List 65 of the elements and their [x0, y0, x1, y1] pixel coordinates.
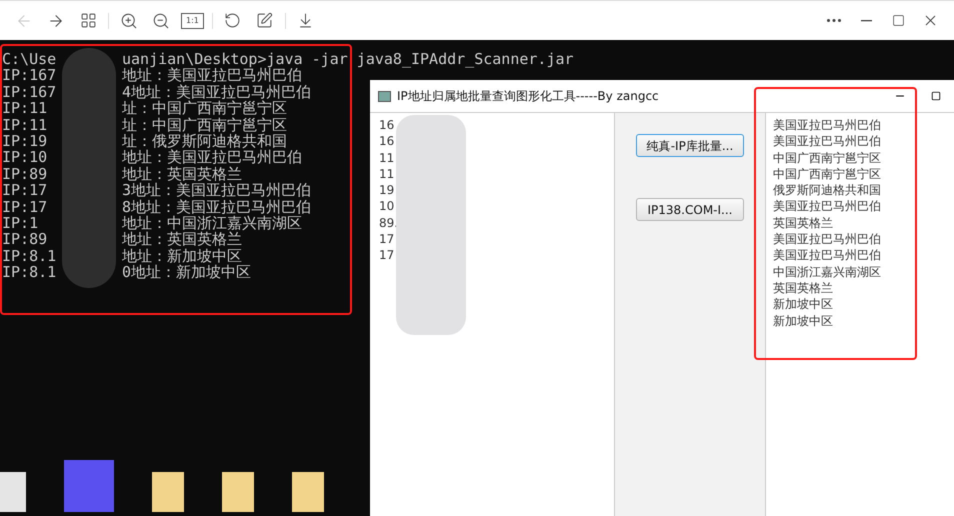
console-text: IP:89	[2, 166, 48, 182]
console-text: IP:17	[2, 182, 48, 199]
result-entry: 新加坡中区	[773, 296, 833, 313]
console-text: 0地址：新加坡中区	[122, 264, 252, 281]
console-text: 4地址：美国亚拉巴马州巴伯	[122, 84, 312, 100]
console-text: 地址：新加坡中区	[122, 248, 242, 264]
result-entry: 美国亚拉巴马州巴伯	[773, 133, 881, 150]
console-text: IP:19	[2, 133, 48, 150]
result-entry: 美国亚拉巴马州巴伯	[773, 231, 881, 248]
ip-entry: 10	[379, 198, 394, 215]
console-text: 址：中国广西南宁邕宁区	[122, 100, 287, 117]
maximize-icon	[892, 14, 904, 27]
result-entry: 美国亚拉巴马州巴伯	[773, 247, 881, 264]
actual-size-button[interactable]: 1:1	[181, 12, 204, 28]
console-text: C:\Use	[2, 51, 58, 68]
ip-entry: 89.	[379, 214, 398, 232]
result-entry: 英国英格兰	[773, 214, 833, 232]
edit-icon	[256, 12, 274, 29]
console-text: 地址：中国浙江嘉兴南湖区	[122, 215, 302, 232]
window-title: IP地址归属地批量查询图形化工具-----By zangcc	[397, 88, 659, 105]
ip-entry: 19	[379, 182, 394, 198]
result-entry: 中国广西南宁邕宁区	[773, 166, 881, 182]
more-icon	[827, 19, 841, 22]
grid-icon	[80, 12, 96, 29]
ip-entry: 16	[379, 133, 394, 150]
query-button[interactable]: IP138.COM-I...	[636, 198, 744, 221]
result-entry: 俄罗斯阿迪格共和国	[773, 182, 881, 198]
console-text: IP:17	[2, 198, 48, 216]
console-text: 址：俄罗斯阿迪格共和国	[122, 133, 287, 150]
console-text: 地址：英国英格兰	[122, 231, 242, 248]
query-button[interactable]: 纯真-IP库批量...	[636, 134, 744, 157]
rotate-icon	[224, 12, 242, 29]
console-text: IP:8.1	[2, 248, 58, 264]
console-text: IP:167	[2, 67, 58, 84]
result-entry: 英国英格兰	[773, 280, 833, 296]
result-entry: 新加坡中区	[773, 312, 833, 329]
console-text: IP:10	[2, 149, 48, 166]
console-text: 地址：英国英格兰	[122, 166, 242, 182]
console-text: 8地址：美国亚拉巴马州巴伯	[122, 198, 312, 216]
zoom-out-icon	[152, 12, 170, 30]
console-text: IP:89	[2, 231, 48, 248]
result-entry: 中国浙江嘉兴南湖区	[773, 264, 881, 280]
ip-input-area[interactable]: 16 16 11 11 19 10 89. 17 17	[370, 112, 615, 516]
ip-entry: 17	[379, 231, 394, 248]
result-entry: 中国广西南宁邕宁区	[773, 150, 881, 166]
result-entry: 美国亚拉巴马州巴伯	[773, 198, 881, 215]
console-text: uanjian\Desktop>java -jar java8_IPAddr_Scanner.jar	[122, 51, 574, 68]
ip-entry: 11	[379, 166, 394, 182]
console-text: 地址：美国亚拉巴马州巴伯	[122, 149, 302, 166]
console-text: 3地址：美国亚拉巴马州巴伯	[122, 182, 312, 199]
console-text: IP:8.1	[2, 264, 58, 281]
console-text: IP:11	[2, 116, 48, 134]
zoom-in-icon	[120, 12, 138, 30]
minimize-icon	[860, 20, 872, 22]
ip-entry: 17	[379, 247, 394, 264]
result-entry: 美国亚拉巴马州巴伯	[773, 117, 881, 134]
console-text: IP:167	[2, 84, 58, 100]
app-window-icon	[378, 90, 391, 102]
maximize-icon	[931, 91, 941, 101]
ip-entry: 11	[379, 150, 394, 166]
console-text: 址：中国广西南宁邕宁区	[122, 116, 287, 134]
console-text: IP:11	[2, 100, 48, 117]
console-text: IP:1	[2, 215, 40, 232]
console-text: 地址：美国亚拉巴马州巴伯	[122, 67, 302, 84]
ip-entry: 16	[379, 117, 394, 134]
